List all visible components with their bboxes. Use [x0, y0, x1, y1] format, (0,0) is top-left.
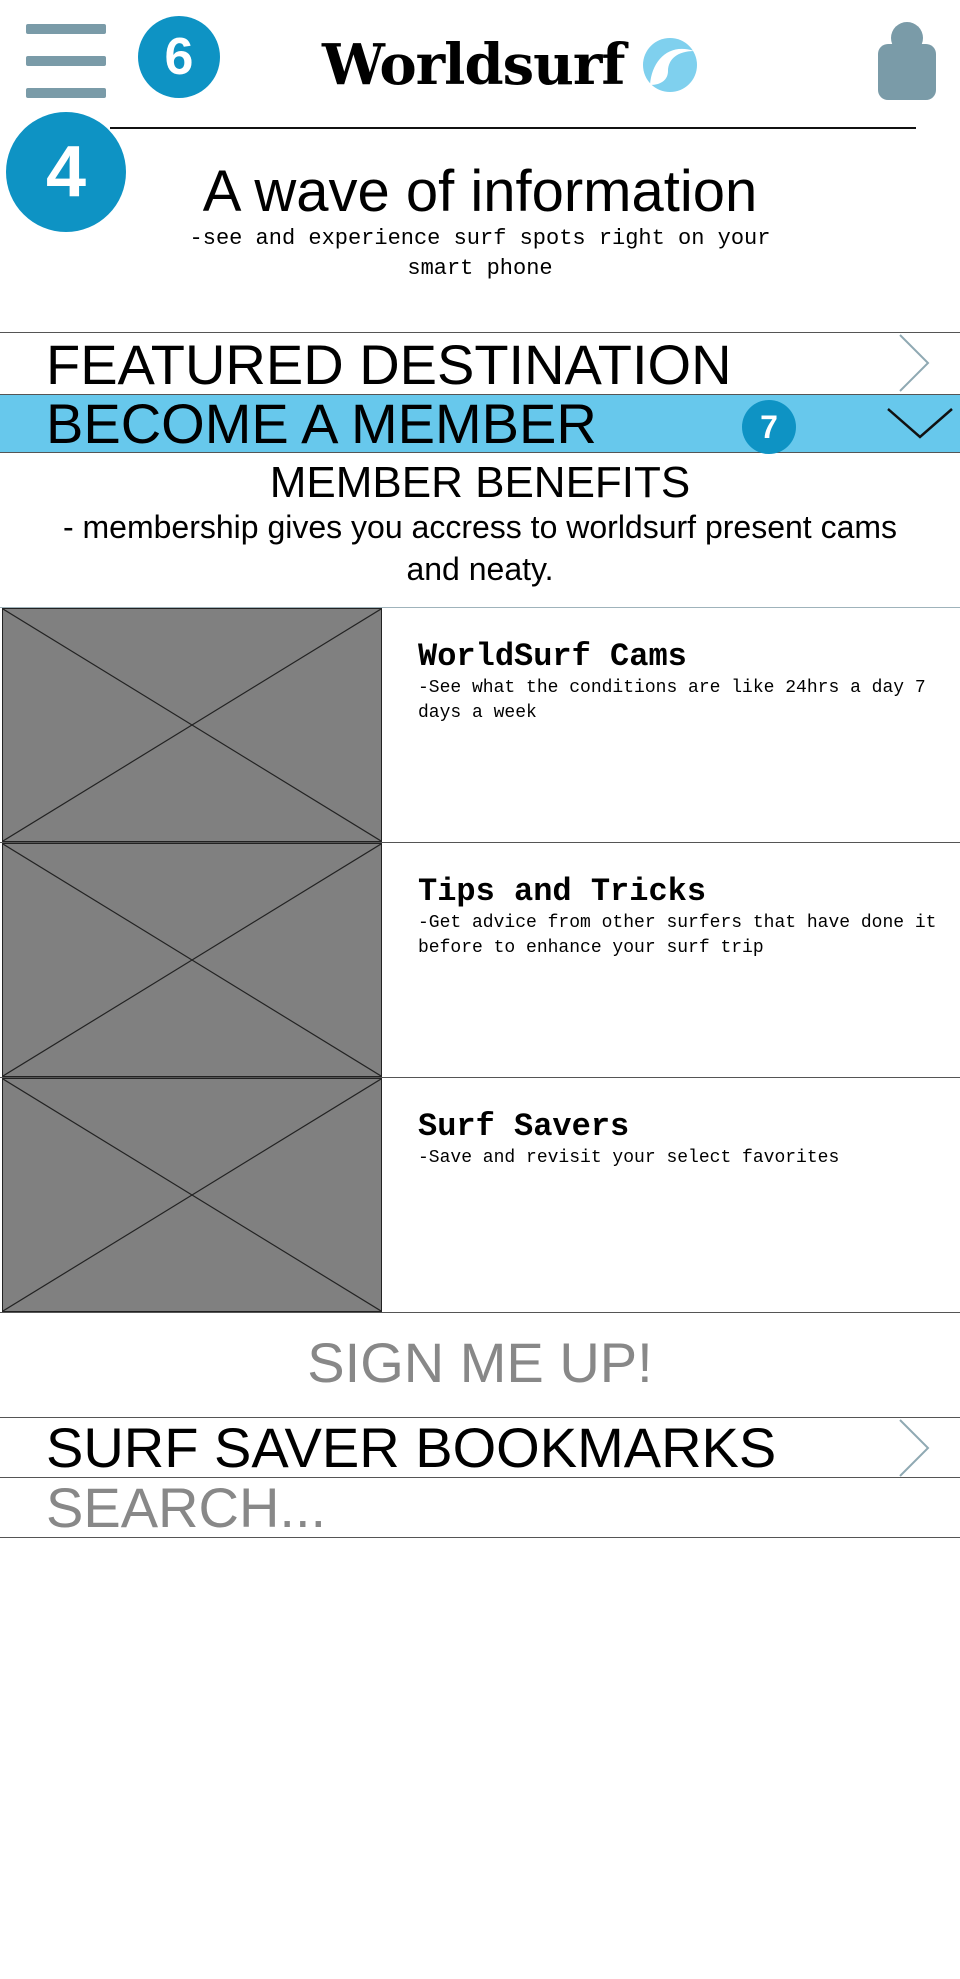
search-input[interactable]: SEARCH... [46, 1478, 326, 1538]
annotation-badge: 6 [138, 16, 220, 98]
surf-saver-bookmarks-label: SURF SAVER BOOKMARKS [46, 1416, 777, 1479]
featured-destination-row[interactable]: FEATURED DESTINATION [0, 333, 960, 396]
header-divider [110, 127, 916, 129]
image-placeholder [2, 1078, 382, 1312]
menu-bar [26, 88, 106, 98]
divider [0, 1312, 960, 1313]
feature-item[interactable]: Tips and Tricks -Get advice from other s… [0, 843, 960, 1077]
become-member-label: BECOME A MEMBER [46, 392, 597, 455]
sign-up-button[interactable]: SIGN ME UP! [0, 1330, 960, 1395]
feature-description: -Save and revisit your select favorites [418, 1148, 840, 1168]
become-member-row[interactable]: BECOME A MEMBER [0, 392, 960, 455]
image-placeholder [2, 608, 382, 842]
menu-bar [26, 56, 106, 66]
member-benefits-text: - membership gives you accress to worlds… [62, 509, 898, 587]
feature-description: -Get advice from other surfers that have… [418, 913, 937, 958]
menu-icon[interactable] [26, 24, 106, 98]
feature-item[interactable]: WorldSurf Cams -See what the conditions … [0, 608, 960, 842]
surf-saver-bookmarks-row[interactable]: SURF SAVER BOOKMARKS [0, 1416, 960, 1479]
image-placeholder [2, 843, 382, 1077]
menu-bar [26, 24, 106, 34]
chevron-right-icon [899, 334, 930, 392]
page-headline: A wave of information [202, 159, 758, 224]
page-subheadline: -see and experience surf spots right on … [189, 226, 771, 281]
feature-description: -See what the conditions are like 24hrs … [418, 678, 926, 723]
chevron-down-icon [887, 408, 953, 439]
member-benefits-title: MEMBER BENEFITS [269, 458, 691, 507]
feature-title: Surf Savers [418, 1108, 630, 1145]
brand-name: Worldsurf [322, 32, 625, 98]
feature-title: Tips and Tricks [418, 873, 707, 910]
annotation-badge: 7 [742, 400, 796, 454]
chevron-right-icon [899, 1419, 930, 1477]
user-icon[interactable] [878, 22, 936, 100]
wave-icon [643, 38, 698, 92]
divider [0, 1537, 960, 1538]
brand[interactable]: Worldsurf [322, 30, 698, 100]
featured-destination-label: FEATURED DESTINATION [46, 333, 732, 396]
feature-item[interactable]: Surf Savers -Save and revisit your selec… [0, 1078, 960, 1312]
feature-title: WorldSurf Cams [418, 638, 687, 675]
